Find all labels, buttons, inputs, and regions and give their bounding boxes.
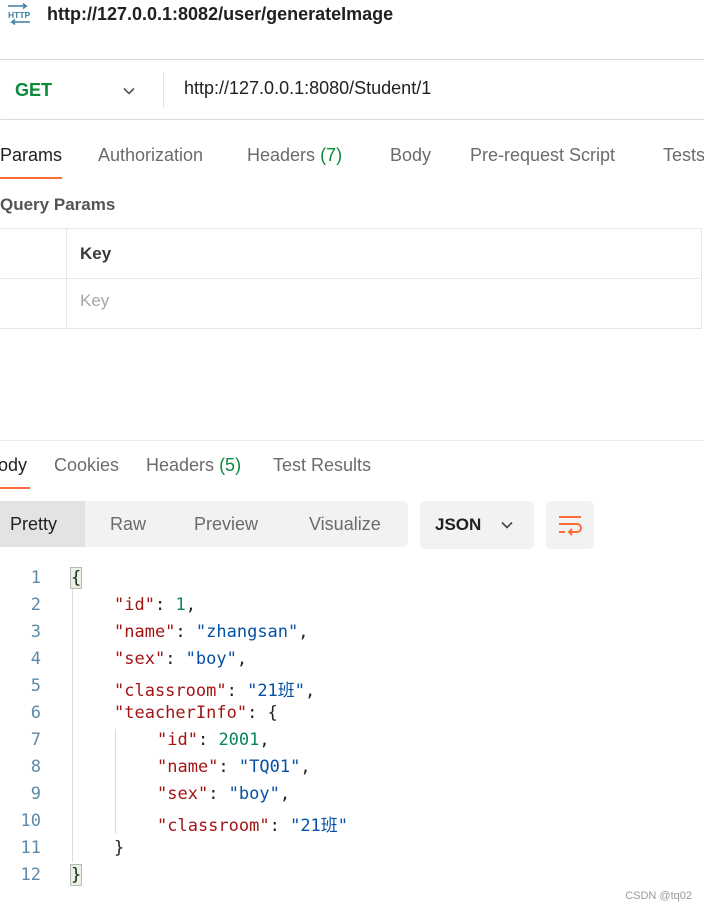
json-key: "teacherInfo": [114, 703, 248, 723]
code-line: "id": 1,: [114, 595, 196, 615]
view-mode-preview[interactable]: Preview: [194, 514, 258, 535]
line-number: 5: [30, 676, 41, 696]
line-number: 8: [30, 757, 41, 777]
watermark: CSDN @tq02: [625, 890, 692, 902]
line-number: 10: [20, 811, 41, 831]
response-tab-headers-count: (5): [219, 455, 242, 475]
response-tab-headers[interactable]: Headers (5): [146, 455, 241, 476]
line-number: 7: [30, 730, 41, 750]
response-tab-headers-label: Headers: [146, 455, 215, 475]
response-divider: [0, 440, 704, 441]
json-value: "TQ01": [238, 757, 301, 777]
line-number: 4: [30, 649, 41, 669]
json-punct: ,: [236, 649, 248, 669]
code-line: "name": "TQ01",: [157, 757, 311, 777]
tab-body[interactable]: Body: [390, 145, 431, 166]
http-icon-text: HTTP: [8, 10, 31, 20]
json-value: 2001: [218, 730, 260, 750]
json-key: "classroom": [157, 816, 270, 836]
code-line: "classroom": "21班": [157, 816, 349, 836]
code-line: }: [69, 864, 83, 886]
line-number: 2: [30, 595, 41, 615]
code-line: "name": "zhangsan",: [114, 622, 309, 642]
json-key: "name": [114, 622, 176, 642]
url-divider: [163, 72, 164, 108]
json-brace: }: [69, 864, 83, 886]
json-key: "id": [114, 595, 155, 615]
tab-tests[interactable]: Tests: [663, 145, 704, 166]
view-mode-raw[interactable]: Raw: [110, 514, 146, 535]
json-punct: ,: [305, 681, 316, 701]
query-params-heading: Query Params: [0, 195, 116, 214]
tab-headers-label: Headers: [247, 145, 316, 165]
json-key: "id": [157, 730, 198, 750]
table-column-divider: [66, 228, 67, 329]
json-key: "classroom": [114, 681, 227, 701]
code-line: "id": 2001,: [157, 730, 270, 750]
request-title[interactable]: http://127.0.0.1:8082/user/generateImage: [47, 4, 393, 25]
tab-authorization[interactable]: Authorization: [98, 145, 203, 166]
active-tab-indicator: [0, 177, 62, 179]
response-tab-body[interactable]: Body: [0, 455, 27, 476]
table-row-divider: [0, 278, 700, 279]
json-value: "21班": [290, 816, 349, 836]
tab-params[interactable]: Params: [0, 145, 62, 166]
format-select-label: JSON: [435, 515, 482, 534]
code-line: "teacherInfo": {: [114, 703, 278, 723]
json-brace: }: [114, 838, 125, 858]
response-tab-cookies[interactable]: Cookies: [54, 455, 119, 476]
key-input[interactable]: Key: [80, 291, 109, 311]
tab-headers[interactable]: Headers (7): [247, 145, 342, 166]
json-punct: ,: [259, 730, 270, 750]
json-value: "boy": [185, 649, 237, 669]
json-punct: ,: [185, 595, 196, 615]
json-key: "name": [157, 757, 219, 777]
code-line: "sex": "boy",: [157, 784, 291, 804]
chevron-down-icon[interactable]: [122, 84, 136, 98]
url-input[interactable]: http://127.0.0.1:8080/Student/1: [184, 78, 431, 99]
json-punct: ,: [298, 622, 309, 642]
json-value: 1: [175, 595, 186, 615]
json-brace: {: [69, 567, 83, 589]
json-key: "sex": [157, 784, 209, 804]
code-line: "classroom": "21班",: [114, 681, 316, 701]
indent-guide: [72, 586, 73, 862]
tab-pre-request-script[interactable]: Pre-request Script: [470, 145, 615, 166]
json-punct: ,: [300, 757, 311, 777]
line-number: 11: [20, 838, 41, 858]
json-punct: ,: [279, 784, 291, 804]
method-select[interactable]: GET: [15, 80, 52, 101]
line-number: 1: [30, 568, 41, 588]
code-line: {: [69, 567, 83, 589]
code-line: }: [114, 838, 124, 858]
view-mode-visualize[interactable]: Visualize: [309, 514, 381, 535]
http-request-icon: HTTP: [8, 3, 31, 25]
tab-headers-count: (7): [320, 145, 343, 165]
line-number: 12: [20, 865, 41, 885]
json-value: "21班": [247, 681, 306, 701]
key-column-header: Key: [80, 244, 112, 263]
response-tab-test-results[interactable]: Test Results: [273, 455, 371, 476]
line-number: 6: [30, 703, 41, 723]
json-value: "boy": [228, 784, 280, 804]
code-line: "sex": "boy",: [114, 649, 248, 669]
json-brace: {: [267, 703, 278, 723]
line-number: 9: [30, 784, 41, 804]
line-number: 3: [30, 622, 41, 642]
json-value: "zhangsan": [195, 622, 299, 642]
chevron-down-icon: [501, 521, 513, 529]
view-mode-pretty[interactable]: Pretty: [10, 514, 57, 535]
wrap-lines-icon: [559, 516, 582, 536]
indent-guide: [115, 729, 116, 834]
json-key: "sex": [114, 649, 166, 669]
active-response-tab-indicator: [0, 487, 30, 489]
